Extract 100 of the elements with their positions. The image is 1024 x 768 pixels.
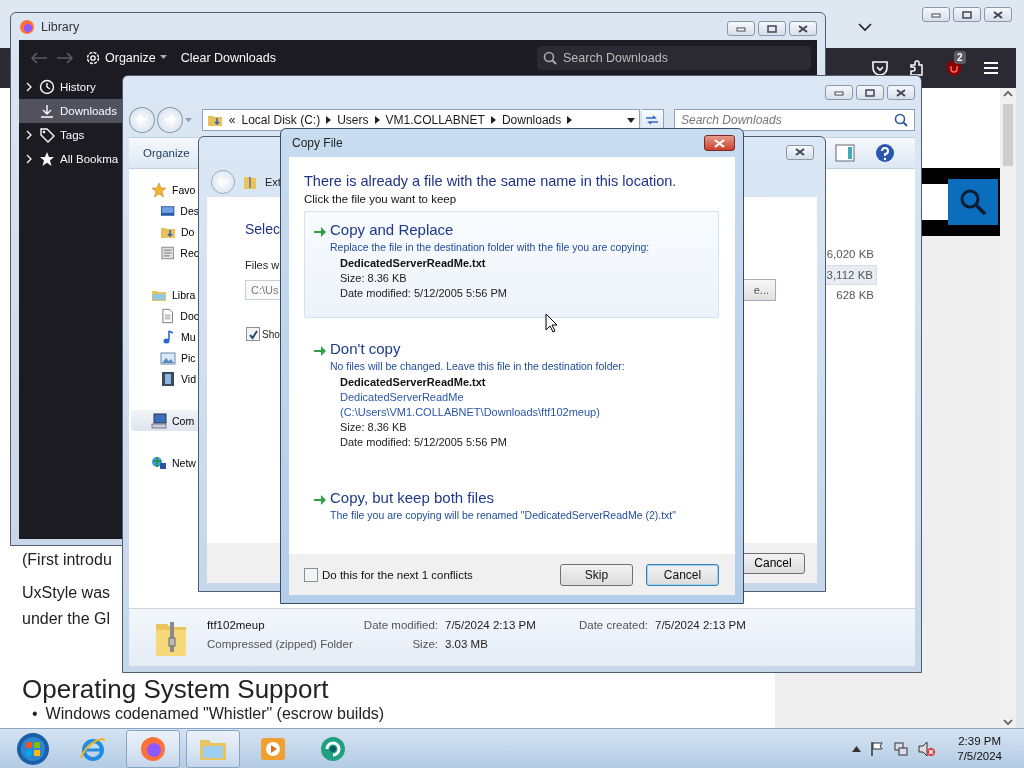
speaker-muted-icon[interactable] [918,740,937,757]
close-button[interactable] [786,144,814,160]
address-bar[interactable]: « Local Disk (C:) Users VM1.COLLABNET Downloads [201,109,641,131]
section-heading: Operating System Support [22,674,329,704]
minimize-button[interactable] [825,85,853,100]
flag-icon[interactable] [870,740,885,757]
breadcrumb[interactable]: Users [337,113,369,127]
checkmark-icon [247,328,259,340]
search-field[interactable] [922,184,948,220]
nav-item[interactable]: Pic [129,347,199,368]
breadcrumb[interactable]: VM1.COLLABNET [385,113,485,127]
choice-option[interactable]: Don't copy No files will be changed. Leave this file in the destination folder: DedicatedServerReadMe.txt DedicatedServerReadMe (C:\Users\VM1.COLLABNET\Downloads\ftf102meup) Size: 8.36 KB Date modified: 5/12/2005 5:56 PM [304,330,719,467]
scroll-down-icon [1002,716,1014,728]
firefox-icon [19,18,35,35]
nav-item[interactable]: Libra [129,284,199,305]
back-button[interactable] [129,107,155,133]
clock[interactable]: 2:39 PM 7/5/2024 [957,733,1002,764]
arrow-right-icon [162,112,177,125]
help-icon[interactable] [875,143,895,163]
choice-option[interactable]: Copy and Replace Replace the file in the destination folder with the file you are copying: DedicatedServerReadMe.txt Size: 8.36 KB Date modified: 5/12/2005 5:56 PM [304,211,719,318]
breadcrumb[interactable]: Downloads [501,113,562,127]
nav-item[interactable]: Com [131,410,199,431]
puzzle-icon[interactable] [908,59,926,77]
dialog-button[interactable]: Cancel [646,563,719,586]
minimize-button[interactable] [727,21,755,36]
badge-count: 2 [954,51,966,64]
chevron-right-icon[interactable] [26,130,32,140]
close-icon [993,10,1003,19]
dropdown-caret-icon[interactable] [627,117,636,123]
arrow-icon [313,345,327,357]
nav-item[interactable]: Do [129,221,199,242]
nav-item[interactable]: Doc [129,305,199,326]
organize-menu[interactable]: Organize [81,47,171,68]
refresh-button[interactable] [642,109,664,131]
pocket-icon[interactable] [871,59,889,77]
forward-button[interactable] [156,107,183,133]
wizard-heading: Selec [245,221,281,237]
search-icon [543,50,557,65]
dialog-button[interactable]: Skip [560,563,633,586]
cancel-button[interactable]: Cancel [741,552,805,574]
clear-downloads-button[interactable]: Clear Downloads [176,48,280,67]
scrollbar-thumb[interactable] [1003,104,1013,166]
choice-option[interactable]: Copy, but keep both files The file you are copying will be renamed "DedicatedServerReadMe (2).txt" [304,479,719,539]
checkbox-label: Sho [262,328,280,340]
forward-arrow-icon[interactable] [55,50,75,65]
list-item: Windows codenamed "Whistler" (escrow builds) [45,704,385,724]
breadcrumb-arrow-icon[interactable] [326,116,332,124]
breadcrumb-arrow-icon[interactable] [374,116,380,124]
breadcrumb-arrow-icon[interactable] [490,116,496,124]
network-icon[interactable] [893,740,910,757]
file-name: ftf102meup [206,618,266,633]
maximize-button[interactable] [953,7,981,22]
close-button[interactable] [984,7,1012,22]
nav-item[interactable]: Favo [129,179,199,200]
menu-icon[interactable] [982,59,1000,77]
chevron-right-icon[interactable] [26,82,32,92]
instruction-text: Click the file you want to keep [304,193,458,205]
minimize-icon [931,11,941,18]
checkbox[interactable] [246,327,260,341]
nav-item[interactable]: Mu [129,326,199,347]
breadcrumb-overflow[interactable]: « [228,113,236,127]
maximize-button[interactable] [758,21,786,36]
chevron-right-icon[interactable] [26,154,32,164]
field-label: Date modified: [362,618,439,633]
breadcrumb-arrow-icon[interactable] [567,116,573,124]
close-button[interactable] [704,135,735,151]
browse-button[interactable]: e... [744,279,776,301]
maximize-button[interactable] [856,85,884,100]
sidebar-item[interactable]: History [19,75,125,99]
arrow-icon [313,226,327,238]
search-button[interactable] [948,179,998,225]
arrow-left-icon [134,112,149,125]
path-field[interactable]: C:\Us [245,280,281,300]
zip-folder-icon [243,174,257,190]
search-field[interactable]: Search Downloads [537,45,811,70]
nav-item[interactable]: Rec [129,242,199,263]
organize-menu[interactable]: Organize [143,147,190,159]
up-arrow-icon[interactable] [852,745,862,752]
arrow-left-icon [217,176,229,187]
minimize-button[interactable] [922,7,950,22]
checkbox[interactable] [304,567,318,582]
preview-pane-icon[interactable] [835,144,855,162]
taskbar-button[interactable] [126,729,180,768]
file-size[interactable]: 6,020 KB [823,244,877,265]
sidebar-item[interactable]: All Bookma [19,147,125,171]
nav-item[interactable]: Vid [129,368,199,389]
close-button[interactable] [887,85,915,100]
nav-item[interactable]: Des [129,200,199,221]
scrollbar[interactable] [1000,88,1016,728]
nav-item[interactable]: Netw [129,452,199,473]
close-button[interactable] [789,21,817,36]
sidebar-item[interactable]: Downloads [19,99,125,123]
search-field[interactable]: Search Downloads [673,109,915,131]
close-icon [896,88,906,97]
breadcrumb[interactable]: Local Disk (C:) [241,113,321,127]
back-arrow-icon[interactable] [29,50,49,65]
sidebar-item[interactable]: Tags [19,123,125,147]
file-size[interactable]: 628 KB [833,285,877,306]
download-icon [39,103,55,119]
clock-icon [39,79,55,95]
